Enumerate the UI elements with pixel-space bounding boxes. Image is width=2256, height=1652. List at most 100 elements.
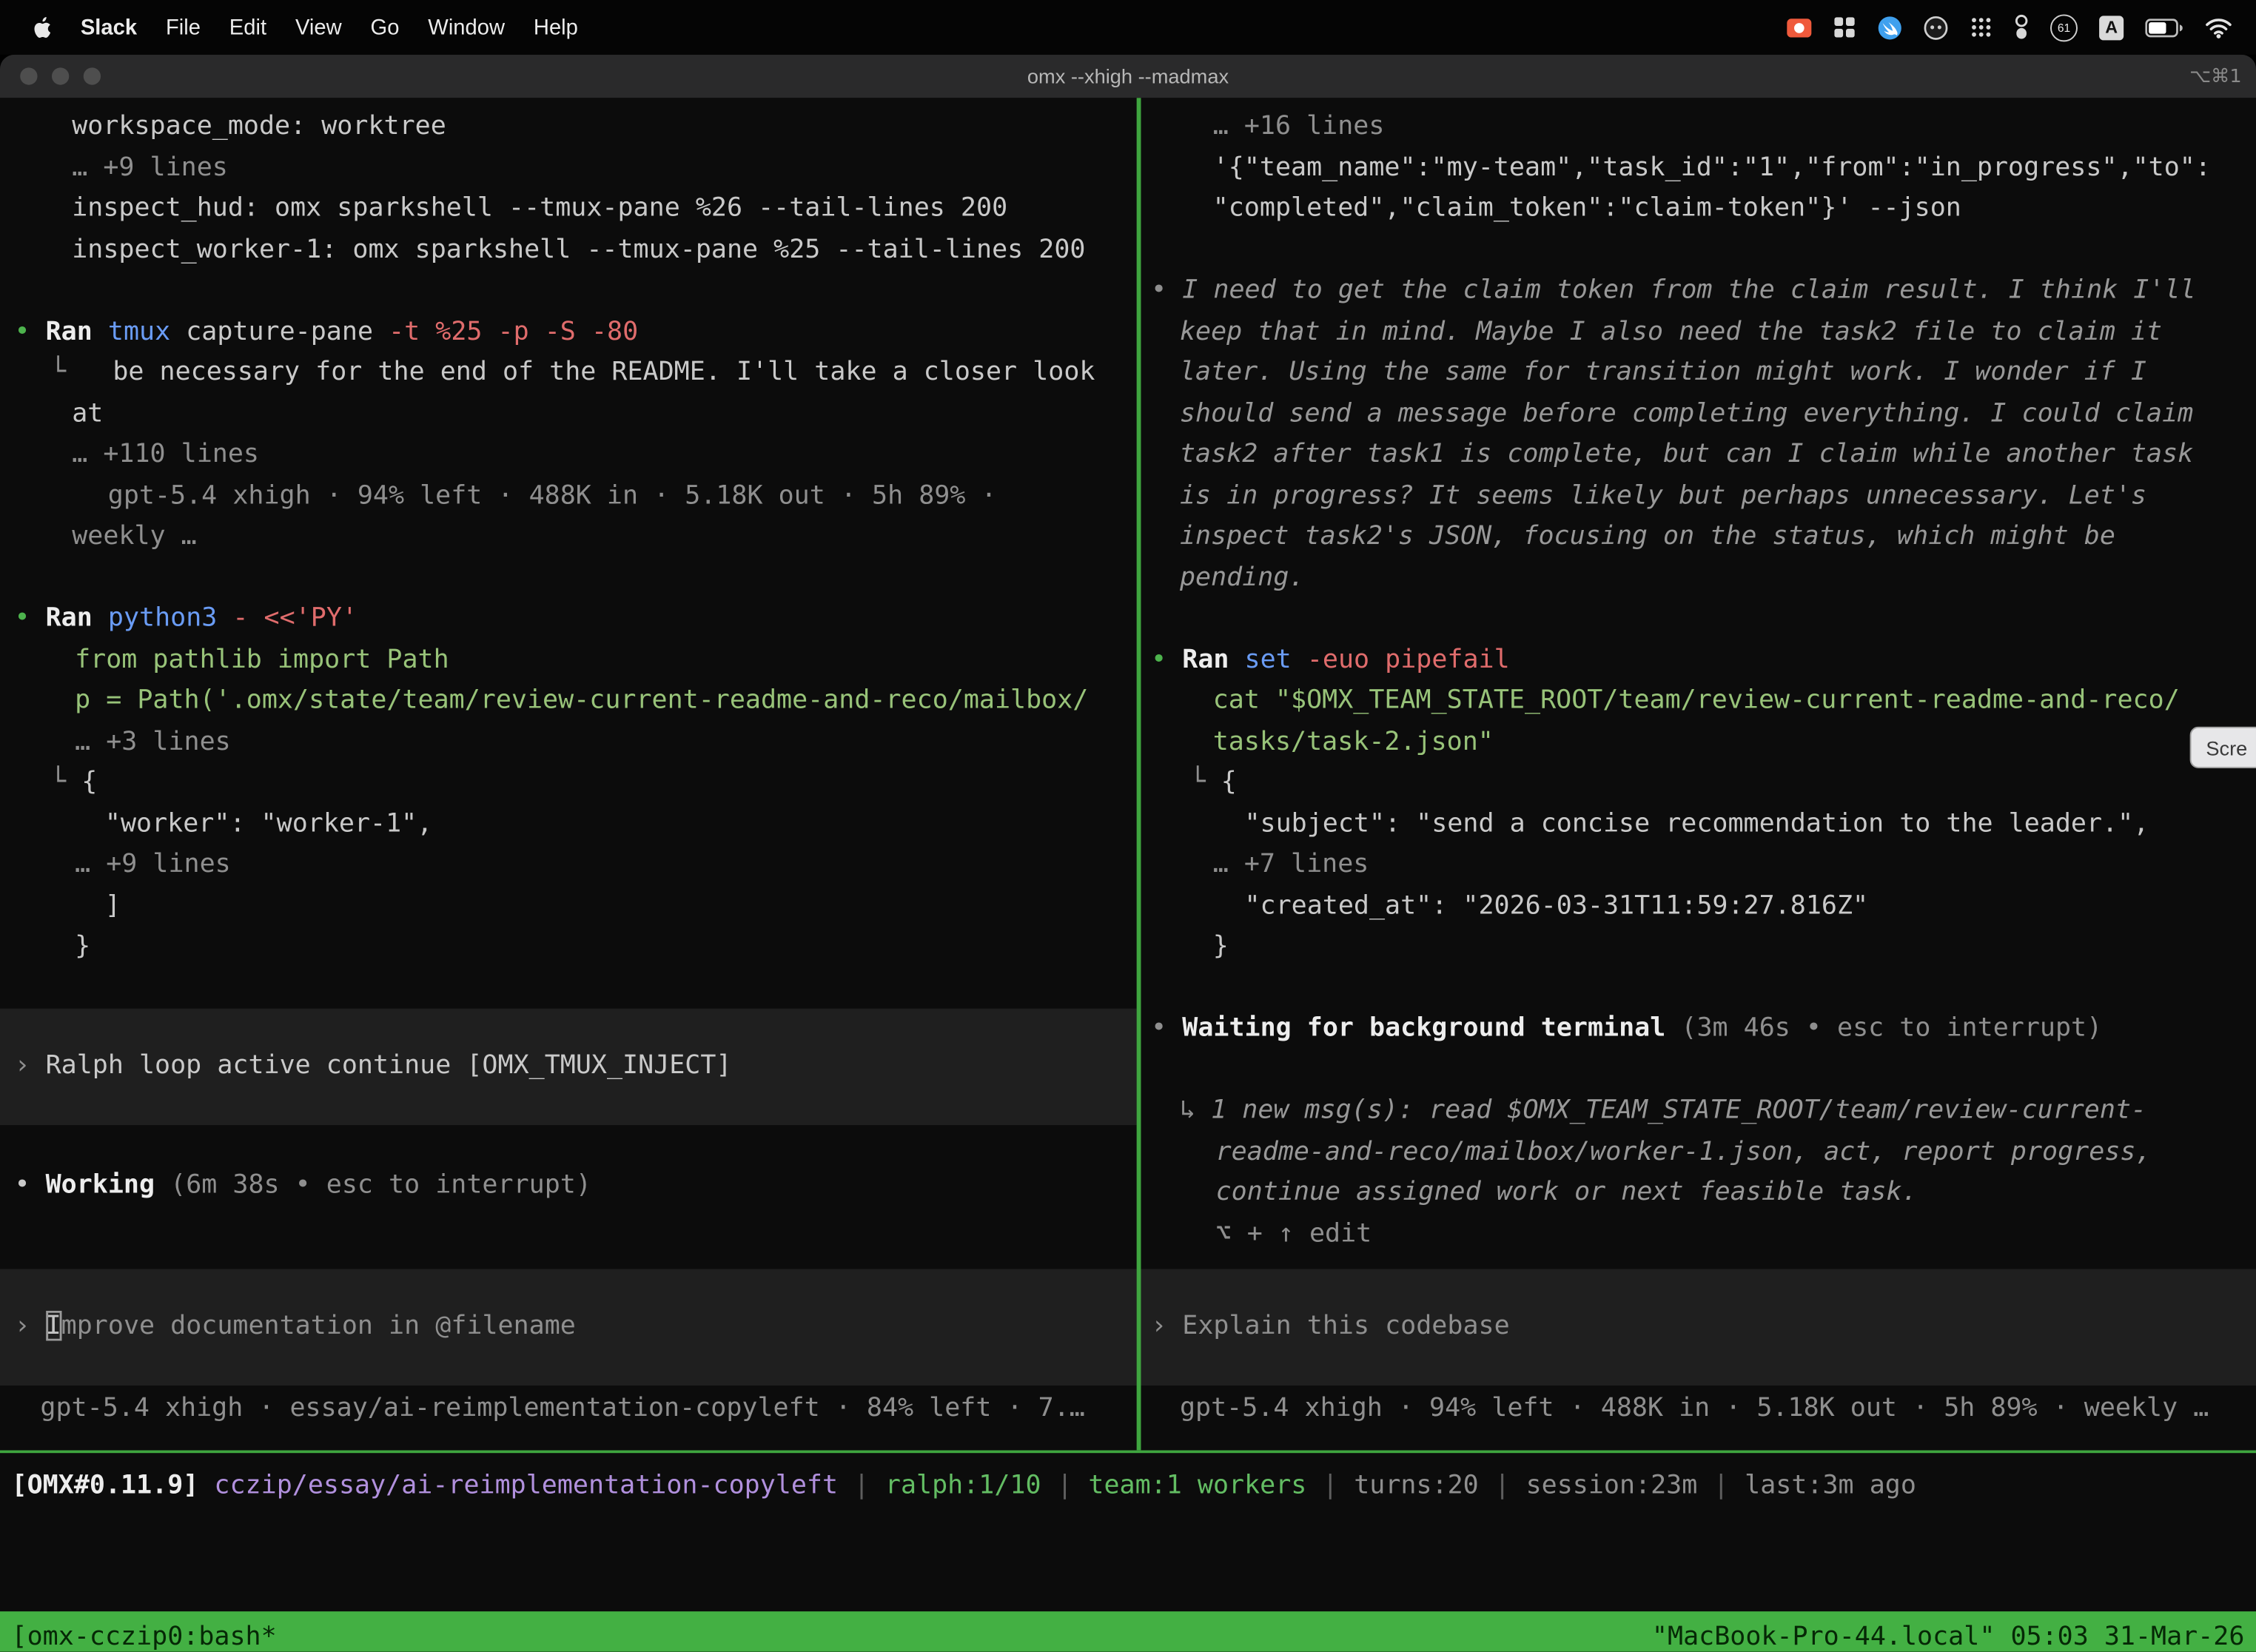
terminal-line: tasks/task-2.json" [1141,722,2256,762]
window-grid-icon[interactable] [1833,13,1856,41]
menu-file[interactable]: File [152,15,215,39]
terminal-line: weekly … [0,517,1137,557]
omx-turns: turns:20 [1354,1471,1479,1501]
app-grid-icon[interactable] [1970,13,1993,41]
terminal-text: Ran [46,316,108,346]
terminal-text: └ [50,357,113,387]
terminal-text: gpt-5.4 xhigh · 94% left · 488K in · 5.1… [1180,1392,2209,1423]
terminal-line: • Ran tmux capture-pane -t %25 -p -S -80 [0,312,1137,352]
terminal-line: '{"team_name":"my-team","task_id":"1","f… [1141,147,2256,188]
swift-icon[interactable] [1878,13,1902,41]
zoom-button[interactable] [84,67,101,84]
input-source-icon[interactable]: A [2099,15,2124,39]
window-title: omx --xhigh --madmax [1027,64,1229,87]
terminal-line: └ be necessary for the end of the README… [0,352,1137,393]
separator: | [1713,1471,1729,1501]
terminal-text: -euo pipefail [1307,644,1510,674]
terminal-text: … +7 lines [1213,849,1369,879]
terminal-text: { [1221,767,1237,797]
terminal-text: be necessary for the end of the README. … [113,357,1095,387]
terminal-text: 1 new msg(s): read $OMX_TEAM_STATE_ROOT/… [1211,1095,2146,1125]
terminal-text: } [75,931,90,961]
terminal-line: └ { [1141,762,2256,803]
terminal-text: - <<'PY' [232,602,357,633]
terminal-text: • [1151,644,1182,674]
menu-edit[interactable]: Edit [215,15,281,39]
close-button[interactable] [20,67,37,84]
terminal-text: (6m 38s • esc to interrupt) [155,1169,591,1200]
terminal-text: -t %25 -p -S -80 [389,316,638,346]
terminal-line: at [0,394,1137,434]
menu-app-name[interactable]: Slack [66,15,151,39]
window-shortcut-hint: ⌥⌘1 [2189,65,2241,87]
omx-ralph: ralph:1/10 [885,1471,1041,1501]
terminal-text: gpt-5.4 xhigh · essay/ai-reimplementatio… [40,1392,1084,1423]
terminal-line: └ { [0,762,1137,803]
terminal-text: from pathlib import Path [75,644,449,674]
terminal-line: … +7 lines [1141,845,2256,885]
terminal-line: • Ran set -euo pipefail [1141,639,2256,680]
terminal-line: gpt-5.4 xhigh · 94% left · 488K in · 5.1… [1141,1388,2256,1428]
terminal-text: inspect_hud: omx sparkshell --tmux-pane … [72,192,1007,223]
menu-view[interactable]: View [281,15,357,39]
terminal-text: I need to get the claim token from the c… [1182,275,2195,305]
terminal-text: "completed","claim_token":"claim-token"}… [1213,192,1961,223]
terminal-line: "subject": "send a concise recommendatio… [1141,804,2256,845]
terminal-line: ⌥ + ↑ edit [1141,1214,2256,1255]
terminal-line [0,967,1137,1008]
inject-status-band: › Ralph loop active continue [OMX_TMUX_I… [0,1009,1137,1124]
terminal-text: └ [50,767,81,797]
terminal-line: • I need to get the claim token from the… [1141,270,2256,311]
screen-recording-icon[interactable] [1787,13,1811,41]
minimize-button[interactable] [52,67,69,84]
tmux-pane-right[interactable]: … +16 lines'{"team_name":"my-team","task… [1141,98,2256,1450]
terminal-line: from pathlib import Path [0,639,1137,680]
terminal-line: should send a message before completing … [1141,394,2256,434]
terminal-line: inspect_hud: omx sparkshell --tmux-pane … [0,189,1137,229]
tmux-pane-left[interactable]: workspace_mode: worktree… +9 linesinspec… [0,98,1137,1450]
prompt-suggestion-band[interactable]: › Explain this codebase [1141,1269,2256,1384]
wifi-icon[interactable] [2204,13,2233,41]
terminal-line: gpt-5.4 xhigh · 94% left · 488K in · 5.1… [0,475,1137,516]
terminal-line [1141,599,2256,639]
terminal-line: … +9 lines [0,845,1137,885]
terminal-text: tmux [108,316,186,346]
dock-icon[interactable] [2014,13,2028,41]
terminal-line: p = Path('.omx/state/team/review-current… [0,680,1137,721]
battery-icon[interactable] [2145,13,2183,41]
terminal-text: • [1151,275,1182,305]
terminal-line: • Working (6m 38s • esc to interrupt) [0,1166,1137,1206]
menu-window[interactable]: Window [414,15,520,39]
terminal-text: inspect_worker-1: omx sparkshell --tmux-… [72,234,1085,264]
prompt-input-band[interactable]: › Improve documentation in @filename [0,1269,1137,1384]
menu-go[interactable]: Go [356,15,414,39]
terminal-text: ⌥ + ↑ edit [1216,1218,1372,1248]
separator: | [853,1471,869,1501]
menu-help[interactable]: Help [519,15,592,39]
ghost-icon[interactable] [1924,13,1948,41]
terminal-line: › Explain this codebase [1141,1306,2256,1347]
terminal-line: "completed","claim_token":"claim-token"}… [1141,189,2256,229]
terminal-text: gpt-5.4 xhigh · 94% left · 488K in · 5.1… [108,480,997,510]
terminal-line: gpt-5.4 xhigh · essay/ai-reimplementatio… [0,1388,1137,1428]
terminal-text: › [1151,1311,1182,1341]
terminal-line: later. Using the same for transition mig… [1141,352,2256,393]
terminal-line: } [0,927,1137,967]
omx-team: team:1 workers [1088,1471,1306,1501]
apple-icon [32,15,52,39]
terminal-text: Explain this codebase [1182,1311,1509,1341]
apple-menu[interactable] [17,15,66,39]
terminal-line: … +9 lines [0,147,1137,188]
terminal-text: later. Using the same for transition mig… [1180,357,2146,387]
terminal-text: is in progress? It seems likely but perh… [1180,480,2146,510]
terminal-text: set [1245,644,1307,674]
terminal-text: inspect task2's JSON, focusing on the st… [1180,521,2115,551]
menu-bar: Slack File Edit View Go Window Help [0,0,2256,55]
terminal-text: Ran [46,602,108,633]
tmux-status-bar: [omx-cczip0:bash* "MacBook-Pro-44.local"… [0,1611,2256,1651]
terminal-text: … +9 lines [72,152,228,182]
terminal-line [0,1124,1137,1165]
terminal-text: weekly … [72,521,197,551]
battery-gauge-badge[interactable]: 61 [2050,13,2078,41]
terminal-line: keep that in mind. Maybe I also need the… [1141,312,2256,352]
